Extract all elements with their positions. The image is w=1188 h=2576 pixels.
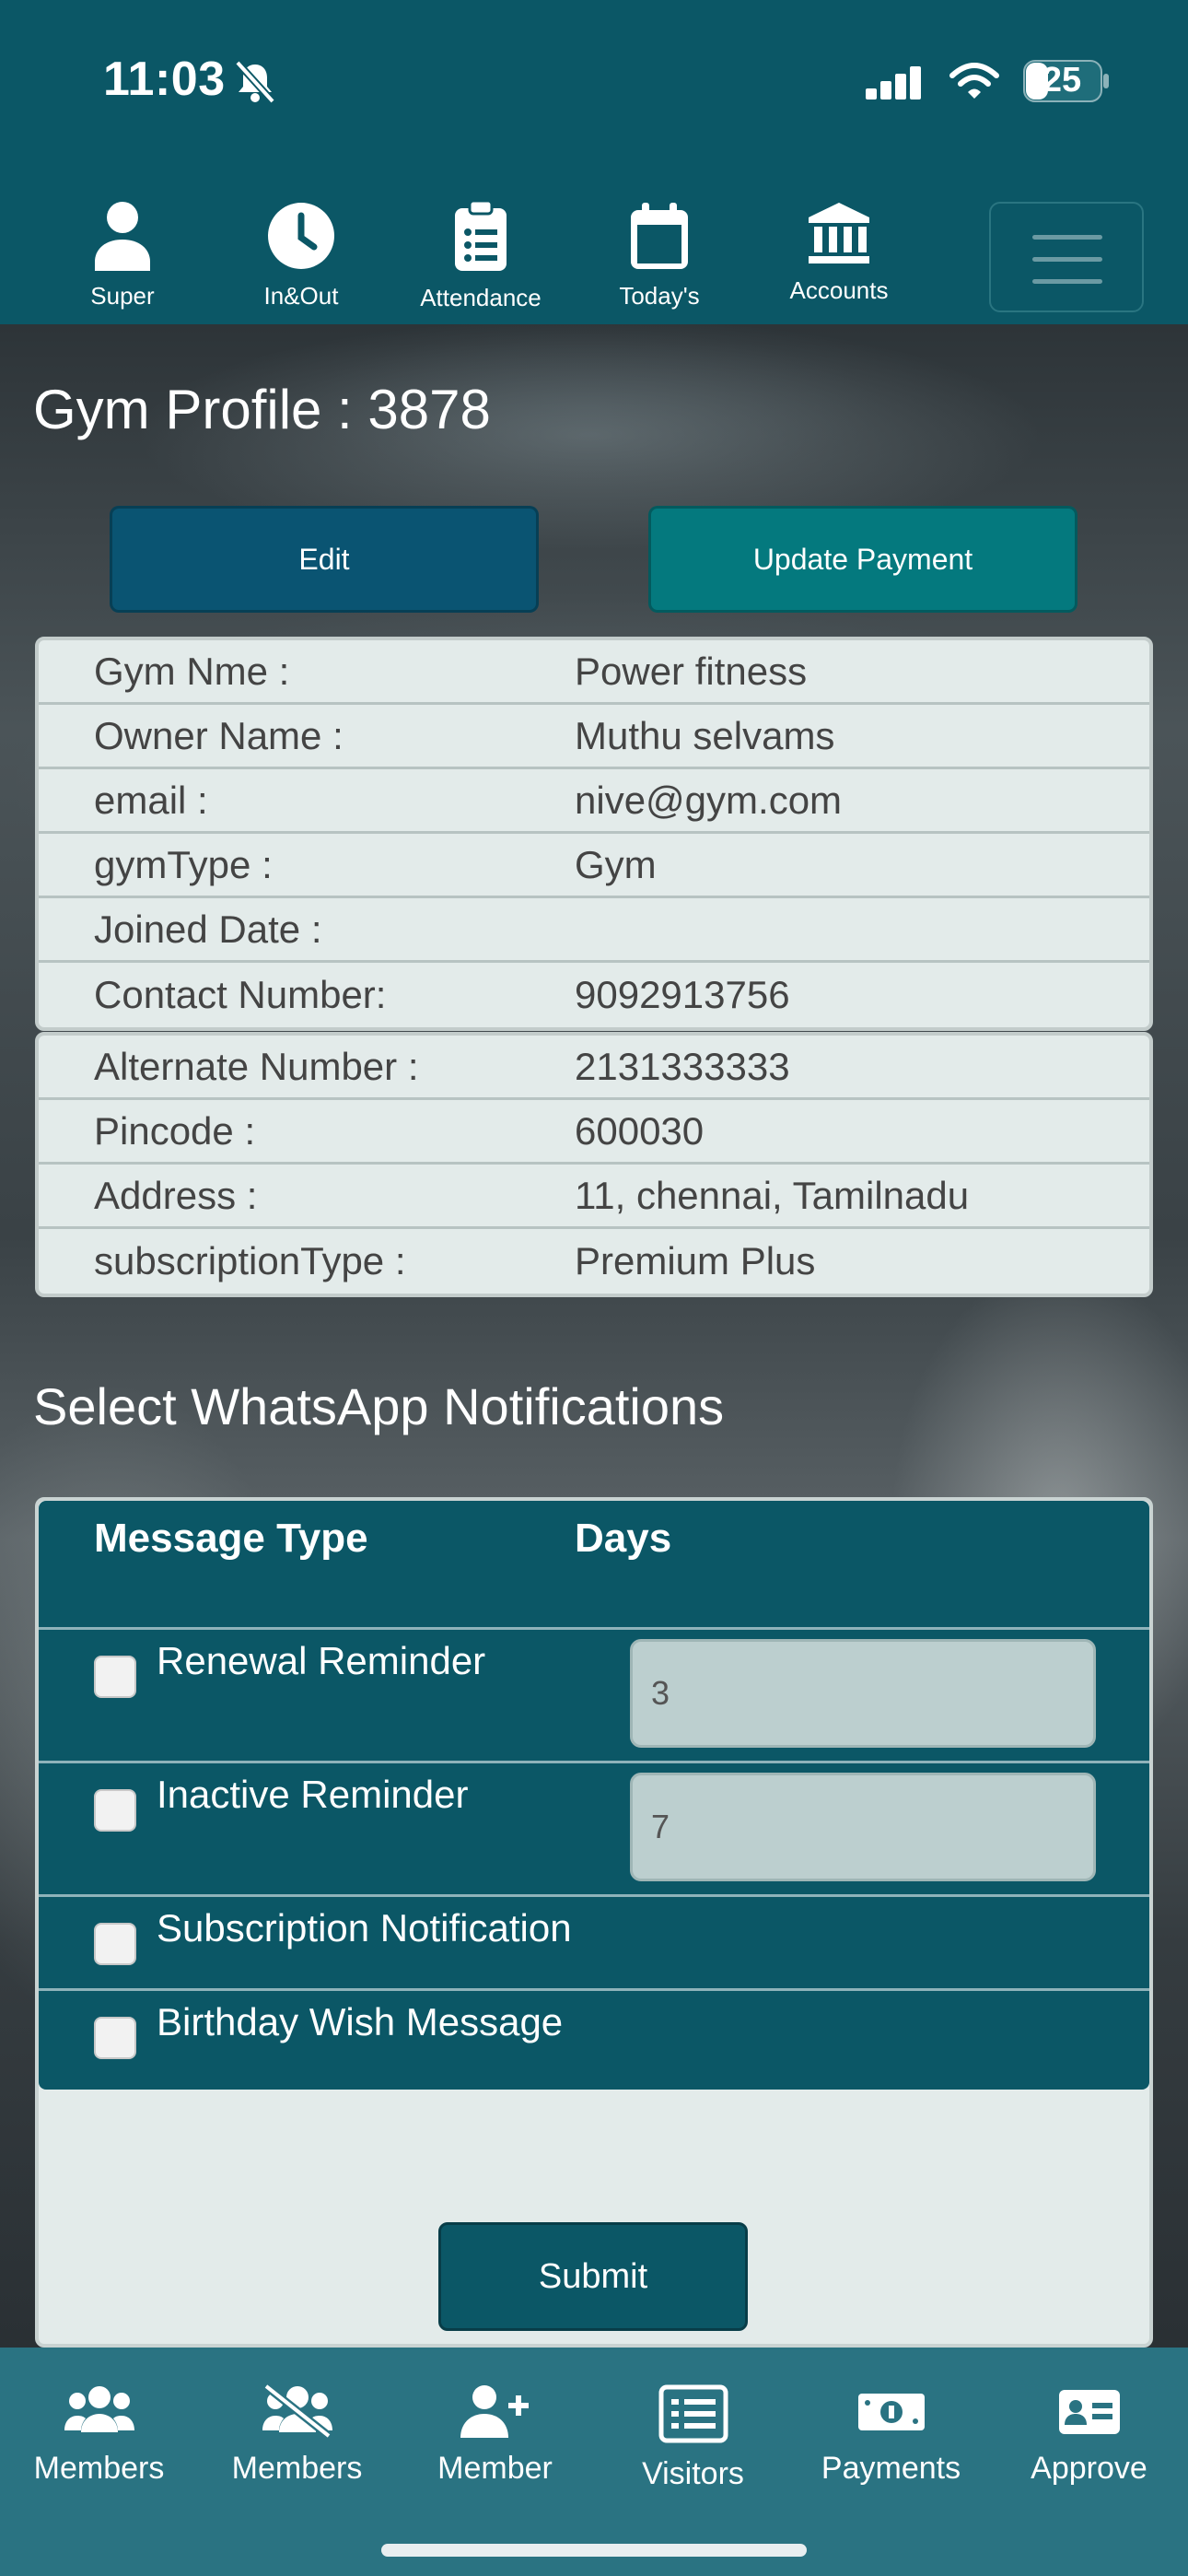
bell-muted-icon [235,60,275,104]
bottom-nav-visitors-label: Visitors [642,2456,744,2491]
clock-icon [268,203,334,269]
bottom-nav-add-member[interactable]: Member [396,2384,594,2487]
notification-row-inactive: Inactive Reminder 7 [39,1763,1149,1897]
bottom-nav-add-member-label: Member [437,2451,553,2486]
inactive-days-input[interactable]: 7 [630,1773,1096,1881]
bottom-nav-approve[interactable]: Approve [990,2384,1188,2487]
nav-todays-label: Today's [619,282,700,310]
bottom-nav-members-label: Members [33,2451,165,2486]
row-value: nive@gym.com [575,778,843,822]
page-title: Gym Profile : 3878 [33,379,491,440]
table-row: subscriptionType : Premium Plus [39,1229,1149,1294]
notifications-section-title: Select WhatsApp Notifications [33,1377,725,1435]
notification-row-birthday: Birthday Wish Message [39,1991,1149,2083]
id-card-icon [1058,2390,1120,2434]
renewal-reminder-label: Renewal Reminder [157,1639,486,1682]
edit-button[interactable]: Edit [110,506,539,613]
table-row: Gym Nme : Power fitness [39,640,1149,705]
nav-accounts-label: Accounts [789,276,889,304]
birthday-wish-label: Birthday Wish Message [157,2000,564,2043]
wifi-icon [949,63,999,99]
row-value: Muthu selvams [575,713,835,757]
bottom-nav-inactive-members[interactable]: Members [198,2384,396,2487]
nav-todays[interactable]: Today's [572,201,747,310]
signal-icon [866,66,921,100]
row-value: Premium Plus [575,1239,816,1282]
nav-in-out-label: In&Out [263,282,339,310]
nav-super-label: Super [90,282,155,310]
row-value: 9092913756 [575,973,790,1016]
bottom-nav-payments-label: Payments [821,2451,961,2486]
bottom-nav-payments[interactable]: Payments [792,2384,990,2487]
row-label: Alternate Number : [94,1044,419,1088]
row-label: gymType : [94,842,273,886]
col-days: Days [575,1516,672,1561]
table-row: Pincode : 600030 [39,1100,1149,1165]
row-label: Owner Name : [94,713,344,757]
clipboard-icon [455,201,507,271]
nav-accounts[interactable]: Accounts [751,201,926,305]
subscription-notification-checkbox[interactable] [94,1923,136,1965]
app-header: 11:03 25 Super In&Out Attendance Today's… [0,0,1188,324]
row-label: Gym Nme : [94,649,290,693]
bottom-nav-members[interactable]: Members [0,2384,198,2487]
row-value: 600030 [575,1108,705,1153]
notification-row-renewal: Renewal Reminder 3 [39,1630,1149,1763]
battery-level: 25 [1042,61,1082,100]
row-value: Power fitness [575,649,808,693]
add-member-icon [460,2385,529,2438]
user-icon [95,202,150,271]
subscription-notification-label: Subscription Notification [157,1906,572,1950]
bottom-nav: Members Members Member Visitors Payments… [0,2348,1188,2576]
nav-attendance[interactable]: Attendance [393,201,568,312]
notifications-panel: Message Type Days Renewal Reminder 3 Ina… [35,1497,1153,2348]
row-label: email : [94,778,208,822]
table-row: Alternate Number : 2131333333 [39,1036,1149,1100]
row-value: 11, chennai, Tamilnadu [575,1173,970,1217]
profile-table-secondary: Alternate Number : 2131333333 Pincode : … [35,1032,1153,1297]
table-row: Owner Name : Muthu selvams [39,705,1149,769]
nav-attendance-label: Attendance [420,284,542,311]
row-label: Pincode : [94,1108,256,1153]
money-icon [857,2394,925,2430]
calendar-icon [631,203,688,269]
bottom-nav-inactive-members-label: Members [231,2451,363,2486]
menu-toggle-button[interactable] [989,202,1144,312]
row-value: Gym [575,842,657,886]
nav-super[interactable]: Super [35,201,210,310]
birthday-wish-checkbox[interactable] [94,2017,136,2059]
notification-row-subscription: Subscription Notification [39,1897,1149,1991]
row-label: Joined Date : [94,907,322,951]
row-label: Contact Number: [94,973,387,1016]
status-time: 11:03 [103,53,226,106]
list-icon [658,2384,728,2443]
row-label: Address : [94,1173,258,1217]
home-indicator [381,2544,807,2557]
notifications-table-header: Message Type Days [39,1501,1149,1630]
table-row: gymType : Gym [39,834,1149,898]
table-row: Joined Date : [39,898,1149,963]
bottom-nav-approve-label: Approve [1031,2451,1147,2486]
update-payment-button[interactable]: Update Payment [648,506,1077,613]
row-label: subscriptionType : [94,1239,406,1282]
col-message-type: Message Type [94,1516,368,1561]
notifications-table: Message Type Days Renewal Reminder 3 Ina… [39,1501,1149,2090]
bank-icon [809,203,869,263]
members-off-icon [262,2384,332,2438]
table-row: Contact Number: 9092913756 [39,963,1149,1027]
inactive-reminder-label: Inactive Reminder [157,1773,469,1816]
members-icon [64,2386,134,2432]
renewal-reminder-checkbox[interactable] [94,1656,136,1698]
submit-button[interactable]: Submit [438,2222,748,2331]
renewal-days-input[interactable]: 3 [630,1639,1096,1748]
inactive-reminder-checkbox[interactable] [94,1789,136,1832]
row-value: 2131333333 [575,1044,790,1088]
bottom-nav-visitors[interactable]: Visitors [594,2384,792,2492]
profile-table-primary: Gym Nme : Power fitness Owner Name : Mut… [35,637,1153,1031]
table-row: Address : 11, chennai, Tamilnadu [39,1165,1149,1229]
nav-in-out[interactable]: In&Out [214,201,389,310]
table-row: email : nive@gym.com [39,769,1149,834]
